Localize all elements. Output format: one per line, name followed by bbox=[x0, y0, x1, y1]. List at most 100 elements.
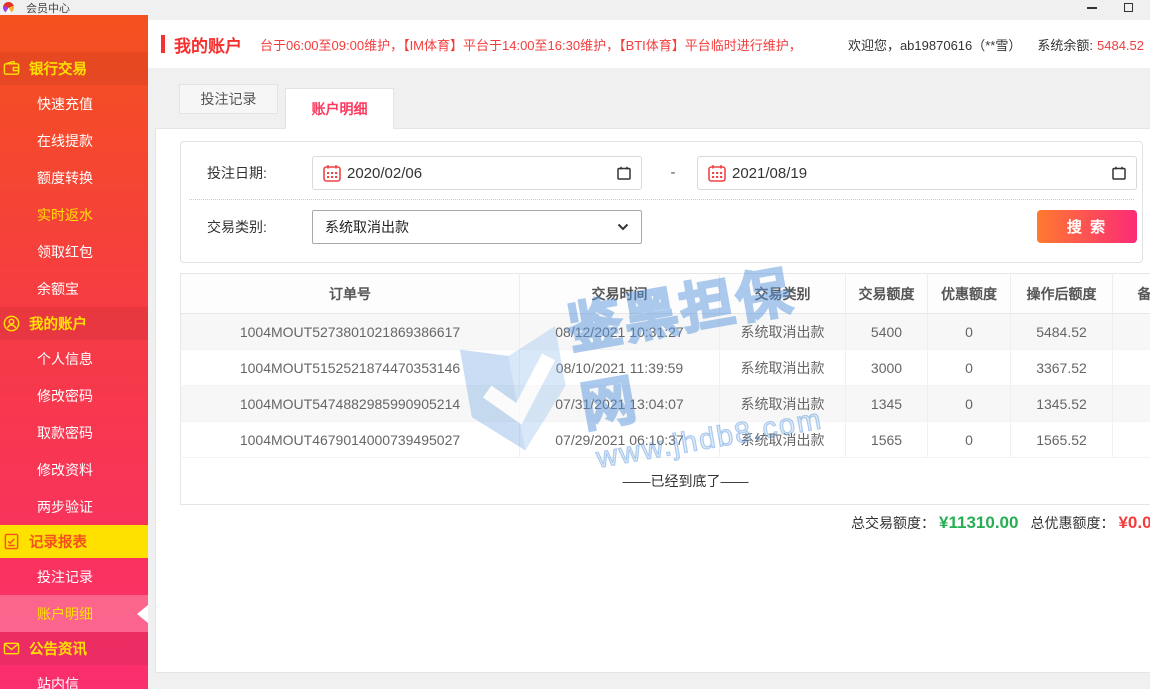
table-cell: 07/29/2021 06:10:37 bbox=[520, 422, 720, 458]
end-of-list-text: ——已经到底了—— bbox=[181, 458, 1150, 505]
sidebar-item-two-step-verify[interactable]: 两步验证 bbox=[0, 488, 148, 525]
chevron-down-icon bbox=[617, 223, 629, 231]
end-of-list-row: ——已经到底了—— bbox=[181, 458, 1150, 505]
table-cell: 3000 bbox=[846, 350, 928, 386]
category-label: 交易类别: bbox=[207, 210, 267, 244]
table-cell: 5400 bbox=[846, 314, 928, 350]
totals-row: 总交易额度： ¥11310.00 总优惠额度： ¥0.00 bbox=[180, 513, 1150, 533]
sidebar-item-personal-info[interactable]: 个人信息 bbox=[0, 340, 148, 377]
sidebar-item-label: 实时返水 bbox=[37, 205, 93, 225]
table-cell bbox=[1113, 350, 1150, 386]
table-cell: 0 bbox=[928, 422, 1011, 458]
table-cell: 1004MOUT5152521874470353146 bbox=[181, 350, 520, 386]
sidebar-item-label: 投注记录 bbox=[37, 567, 93, 587]
table-cell: 1565.52 bbox=[1011, 422, 1113, 458]
minimize-icon bbox=[1087, 7, 1097, 9]
sidebar-item-red-packet[interactable]: 领取红包 bbox=[0, 233, 148, 270]
table-row: 1004MOUT527380102186938661708/12/2021 10… bbox=[181, 314, 1150, 350]
maximize-button[interactable] bbox=[1116, 0, 1140, 15]
datepicker-icon[interactable] bbox=[617, 166, 631, 180]
sidebar-item-label: 记录报表 bbox=[29, 531, 87, 552]
table-cell: 08/12/2021 10:31:27 bbox=[520, 314, 720, 350]
table-cell: 1345.52 bbox=[1011, 386, 1113, 422]
sidebar-item-label: 余额宝 bbox=[37, 279, 79, 299]
sidebar-item-edit-profile[interactable]: 修改资料 bbox=[0, 451, 148, 488]
balance-label: 系统余额: bbox=[1037, 38, 1093, 53]
date-from-input[interactable]: 2020/02/06 bbox=[312, 156, 642, 190]
sidebar-item-label: 额度转换 bbox=[37, 168, 93, 188]
system-balance: 系统余额: 5484.52 bbox=[1037, 35, 1144, 54]
date-to-input[interactable]: 2021/08/19 bbox=[697, 156, 1137, 190]
sidebar-section-my-account[interactable]: 我的账户 bbox=[0, 307, 148, 340]
sidebar-section-bank-transactions[interactable]: 银行交易 bbox=[0, 52, 148, 85]
column-header: 备注 bbox=[1113, 274, 1150, 314]
table-cell: 1345 bbox=[846, 386, 928, 422]
table-row: 1004MOUT515252187447035314608/10/2021 11… bbox=[181, 350, 1150, 386]
sidebar-item-online-withdraw[interactable]: 在线提款 bbox=[0, 122, 148, 159]
sidebar-item-realtime-rebate[interactable]: 实时返水 bbox=[0, 196, 148, 233]
date-range-label: 投注日期: bbox=[207, 156, 267, 190]
sidebar-item-quick-recharge[interactable]: 快速充值 bbox=[0, 85, 148, 122]
category-select[interactable]: 系统取消出款 bbox=[312, 210, 642, 244]
datepicker-icon[interactable] bbox=[1112, 166, 1126, 180]
table-cell: 07/31/2021 13:04:07 bbox=[520, 386, 720, 422]
tab-bet-records[interactable]: 投注记录 bbox=[179, 84, 278, 114]
selected-item-arrow-icon bbox=[137, 605, 148, 623]
column-header: 交易类别 bbox=[720, 274, 846, 314]
mail-icon bbox=[3, 640, 20, 657]
sidebar-item-label: 公告资讯 bbox=[29, 638, 87, 659]
filter-divider bbox=[189, 199, 1134, 200]
table-cell: 5484.52 bbox=[1011, 314, 1113, 350]
report-icon bbox=[3, 533, 20, 550]
sidebar-item-label: 两步验证 bbox=[37, 497, 93, 517]
window-titlebar: 会员中心 bbox=[0, 0, 1150, 15]
window-title: 会员中心 bbox=[26, 0, 70, 16]
sidebar-item-change-password[interactable]: 修改密码 bbox=[0, 377, 148, 414]
wallet-icon bbox=[3, 60, 20, 77]
sidebar-item-yuebao[interactable]: 余额宝 bbox=[0, 270, 148, 307]
balance-value: 5484.52 bbox=[1097, 38, 1144, 53]
table-cell: 系统取消出款 bbox=[720, 350, 846, 386]
column-header: 交易时间 bbox=[520, 274, 720, 314]
total-trade-label: 总交易额度： bbox=[851, 513, 935, 533]
sidebar-item-label: 快速充值 bbox=[37, 94, 93, 114]
table-cell: 0 bbox=[928, 350, 1011, 386]
sidebar-item-credit-transfer[interactable]: 额度转换 bbox=[0, 159, 148, 196]
welcome-text: 欢迎您，ab19870616（**雪） bbox=[848, 35, 1021, 54]
sidebar-item-bet-records[interactable]: 投注记录 bbox=[0, 558, 148, 595]
sidebar-item-label: 银行交易 bbox=[29, 58, 87, 79]
page-title: 我的账户 bbox=[174, 32, 242, 57]
maintenance-notice: 台于06:00至09:00维护，【IM体育】平台于14:00至16:30维护，【… bbox=[260, 35, 800, 54]
sidebar-item-label: 个人信息 bbox=[37, 349, 93, 369]
total-discount-value: ¥0.00 bbox=[1118, 513, 1150, 533]
table-cell: 1004MOUT5474882985990905214 bbox=[181, 386, 520, 422]
table-cell: 系统取消出款 bbox=[720, 314, 846, 350]
total-trade-value: ¥11310.00 bbox=[939, 513, 1018, 533]
tab-account-details[interactable]: 账户明细 bbox=[285, 88, 394, 129]
table-cell: 1004MOUT5273801021869386617 bbox=[181, 314, 520, 350]
sidebar-item-site-mail[interactable]: 站内信 bbox=[0, 665, 148, 689]
table-cell: 1004MOUT4679014000739495027 bbox=[181, 422, 520, 458]
sidebar-item-label: 修改资料 bbox=[37, 460, 93, 480]
calendar-icon bbox=[708, 164, 726, 182]
search-button[interactable]: 搜 索 bbox=[1037, 210, 1137, 243]
header-user-area: 欢迎您，ab19870616（**雪） 系统余额: 5484.52 bbox=[848, 35, 1150, 54]
table-cell: 08/10/2021 11:39:59 bbox=[520, 350, 720, 386]
sidebar-item-label: 修改密码 bbox=[37, 386, 93, 406]
sidebar-item-label: 站内信 bbox=[37, 674, 79, 689]
sidebar-item-label: 取款密码 bbox=[37, 423, 93, 443]
sidebar-item-label: 在线提款 bbox=[37, 131, 93, 151]
range-separator: - bbox=[665, 156, 681, 190]
sidebar-item-withdraw-password[interactable]: 取款密码 bbox=[0, 414, 148, 451]
column-header: 操作后额度 bbox=[1011, 274, 1113, 314]
app-logo-icon bbox=[3, 2, 14, 13]
table-row: 1004MOUT467901400073949502707/29/2021 06… bbox=[181, 422, 1150, 458]
sidebar-item-label: 我的账户 bbox=[29, 313, 87, 334]
sidebar-section-announcements[interactable]: 公告资讯 bbox=[0, 632, 148, 665]
sidebar-item-account-details[interactable]: 账户明细 bbox=[0, 595, 148, 632]
table-cell: 0 bbox=[928, 386, 1011, 422]
minimize-button[interactable] bbox=[1080, 0, 1104, 15]
sidebar-section-records-report[interactable]: 记录报表 bbox=[0, 525, 148, 558]
column-header: 交易额度 bbox=[846, 274, 928, 314]
table-cell bbox=[1113, 314, 1150, 350]
